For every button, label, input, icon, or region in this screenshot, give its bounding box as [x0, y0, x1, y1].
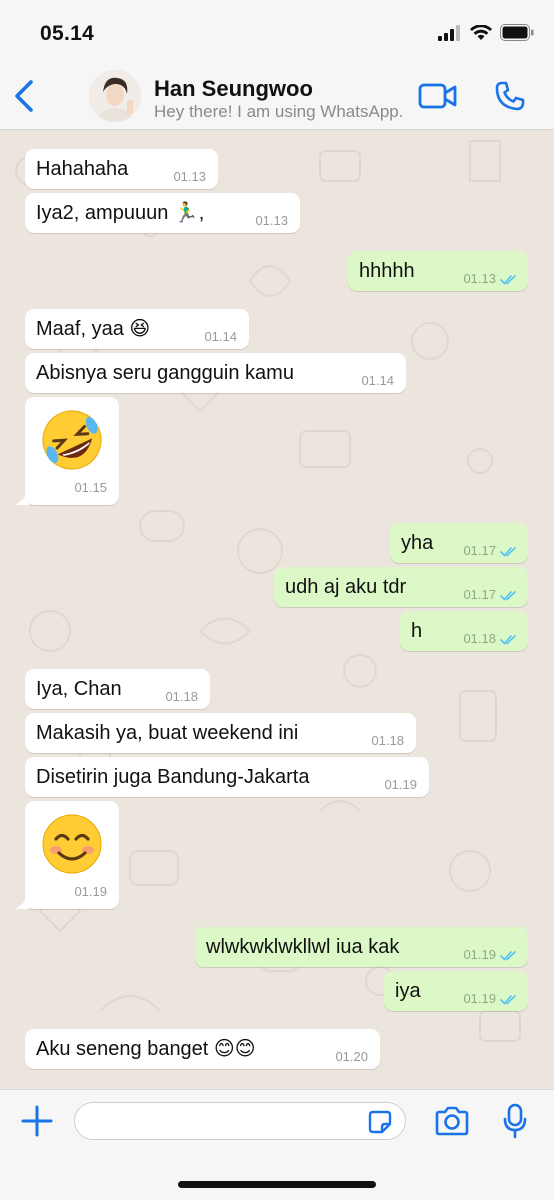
microphone-button[interactable]	[503, 1103, 527, 1139]
camera-icon	[435, 1106, 469, 1136]
incoming-message[interactable]: Disetirin juga Bandung-Jakarta 01.19	[25, 757, 429, 797]
read-receipt-icon	[500, 995, 516, 1005]
video-call-button[interactable]	[418, 82, 458, 110]
message-time: 01.18	[165, 689, 198, 704]
microphone-icon	[503, 1103, 527, 1139]
smiling-face-emoji-icon	[42, 814, 102, 874]
voice-call-button[interactable]	[494, 80, 526, 112]
message-text: Abisnya seru gangguin kamu	[36, 362, 294, 384]
message-text: yha	[401, 532, 434, 554]
status-bar: 05.14	[0, 0, 554, 62]
message-time: 01.18	[371, 733, 404, 748]
contact-photo	[89, 70, 141, 122]
message-text: Iya2, ampuuun 🏃‍♂️,	[36, 202, 205, 224]
message-time: 01.14	[361, 373, 394, 388]
chat-header: Han Seungwoo Hey there! I am using Whats…	[0, 62, 554, 130]
message-time: 01.15	[74, 480, 107, 495]
outgoing-message[interactable]: iya 01.19	[384, 971, 528, 1011]
wifi-icon	[470, 24, 492, 40]
message-text: iya	[395, 980, 421, 1002]
outgoing-message[interactable]: h 01.18	[400, 611, 528, 651]
read-receipt-icon	[500, 591, 516, 601]
video-camera-icon	[418, 83, 457, 109]
incoming-message[interactable]: Makasih ya, buat weekend ini 01.18	[25, 713, 416, 753]
back-button[interactable]	[10, 78, 40, 114]
message-time: 01.19	[463, 991, 496, 1006]
message-text: Makasih ya, buat weekend ini	[36, 722, 299, 744]
battery-icon	[500, 24, 534, 41]
message-time: 01.14	[204, 329, 237, 344]
outgoing-message[interactable]: yha 01.17	[390, 523, 528, 563]
message-text: Iya, Chan	[36, 678, 122, 700]
incoming-message[interactable]: Iya2, ampuuun 🏃‍♂️, 01.13	[25, 193, 300, 233]
message-text: hhhhh	[359, 260, 415, 282]
read-receipt-icon	[500, 547, 516, 557]
message-input[interactable]	[74, 1102, 406, 1140]
message-time: 01.19	[384, 777, 417, 792]
incoming-message[interactable]: Hahahaha 01.13	[25, 149, 218, 189]
home-indicator[interactable]	[178, 1181, 376, 1188]
incoming-message[interactable]: Maaf, yaa 😆 01.14	[25, 309, 249, 349]
message-time: 01.19	[74, 884, 107, 899]
attach-button[interactable]	[20, 1104, 54, 1138]
outgoing-message[interactable]: hhhhh 01.13	[348, 251, 528, 291]
status-time: 05.14	[40, 22, 95, 45]
bubble-tail	[15, 491, 29, 505]
sticker-button[interactable]	[368, 1110, 392, 1134]
contact-name[interactable]: Han Seungwoo	[154, 76, 313, 102]
avatar[interactable]	[89, 70, 141, 122]
message-time: 01.13	[463, 271, 496, 286]
message-time: 01.20	[335, 1049, 368, 1064]
outgoing-message[interactable]: wlwkwklwkllwl iua kak 01.19	[195, 927, 528, 967]
phone-icon	[495, 81, 525, 111]
message-time: 01.13	[255, 213, 288, 228]
read-receipt-icon	[500, 275, 516, 285]
read-receipt-icon	[500, 635, 516, 645]
plus-icon	[21, 1105, 53, 1137]
message-text: Maaf, yaa 😆	[36, 318, 151, 340]
read-receipt-icon	[500, 951, 516, 961]
outgoing-message[interactable]: udh aj aku tdr 01.17	[274, 567, 528, 607]
message-time: 01.18	[463, 631, 496, 646]
bubble-tail	[15, 895, 29, 909]
incoming-message[interactable]: Aku seneng banget 😊😊 01.20	[25, 1029, 380, 1069]
message-text: udh aj aku tdr	[285, 576, 407, 598]
message-text: wlwkwklwkllwl iua kak	[206, 936, 400, 958]
incoming-message[interactable]: Iya, Chan 01.18	[25, 669, 210, 709]
message-time: 01.17	[463, 543, 496, 558]
incoming-message[interactable]: Abisnya seru gangguin kamu 01.14	[25, 353, 406, 393]
message-time: 01.19	[463, 947, 496, 962]
camera-button[interactable]	[434, 1106, 470, 1136]
rolling-on-floor-laughing-emoji-icon	[42, 410, 102, 470]
input-bar	[0, 1089, 554, 1200]
message-time: 01.17	[463, 587, 496, 602]
sticker-icon	[368, 1110, 392, 1134]
message-time: 01.13	[173, 169, 206, 184]
signal-icon	[438, 24, 460, 41]
message-text: h	[411, 620, 423, 642]
sticker-message[interactable]: 01.19	[15, 801, 119, 909]
contact-status[interactable]: Hey there! I am using WhatsApp.	[154, 102, 404, 122]
chat-area[interactable]: Hahahaha 01.13 Iya2, ampuuun 🏃‍♂️, 01.13 hhh…	[0, 131, 554, 1089]
status-icons	[438, 24, 534, 41]
message-text: Hahahaha	[36, 158, 129, 180]
message-text: Disetirin juga Bandung-Jakarta	[36, 766, 310, 788]
chevron-left-icon	[15, 80, 33, 112]
sticker-message[interactable]: 01.15	[15, 397, 119, 505]
message-text: Aku seneng banget 😊😊	[36, 1038, 256, 1060]
